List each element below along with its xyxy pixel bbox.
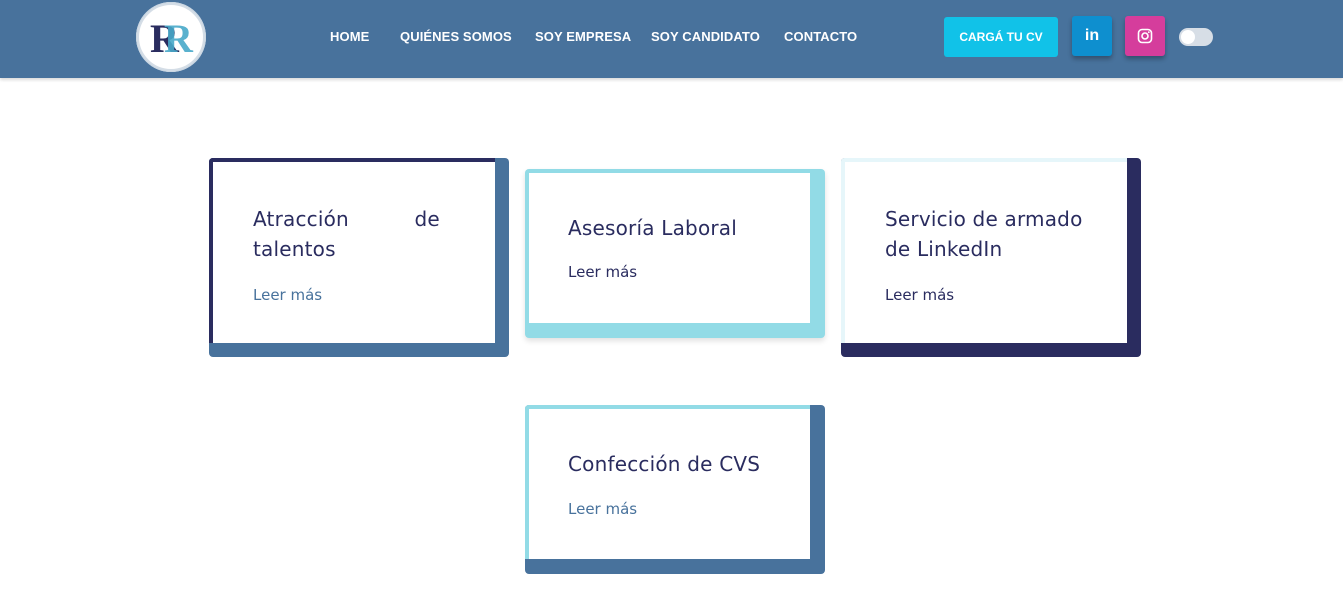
svg-text:R: R — [164, 16, 194, 61]
card-body: Servicio de armado de LinkedIn Leer más — [841, 158, 1127, 343]
read-more-link[interactable]: Leer más — [568, 500, 637, 518]
linkedin-icon: in — [1084, 27, 1100, 44]
top-navbar: R R HOME QUIÉNES SOMOS SOY EMPRESA SOY C… — [0, 0, 1343, 78]
theme-toggle[interactable] — [1179, 28, 1213, 46]
nav-soy-candidato[interactable]: SOY CANDIDATO — [651, 29, 760, 44]
card-title-line1: Servicio de armado — [885, 207, 1083, 231]
upload-cv-button[interactable]: CARGÁ TU CV — [944, 17, 1058, 57]
service-card-asesoria[interactable]: Asesoría Laboral Leer más — [525, 169, 825, 338]
card-title-line1: Atracción de — [253, 207, 440, 231]
nav-quienes-somos[interactable]: QUIÉNES SOMOS — [400, 29, 512, 44]
card-title-line2: de LinkedIn — [885, 237, 1003, 261]
card-title: Servicio de armado de LinkedIn — [885, 204, 1095, 264]
nav-contacto[interactable]: CONTACTO — [784, 29, 857, 44]
card-title-line2: talentos — [253, 237, 336, 261]
service-card-linkedin[interactable]: Servicio de armado de LinkedIn Leer más — [841, 158, 1141, 357]
card-body: Confección de CVS Leer más — [525, 405, 810, 559]
toggle-knob — [1181, 30, 1195, 44]
card-body: Atracción de talentos Leer más — [209, 158, 495, 343]
nav-home[interactable]: HOME — [330, 29, 369, 44]
read-more-link[interactable]: Leer más — [253, 286, 322, 304]
linkedin-button[interactable]: in — [1072, 16, 1112, 56]
service-card-atraccion[interactable]: Atracción de talentos Leer más — [209, 158, 509, 357]
logo[interactable]: R R — [136, 2, 206, 72]
read-more-link[interactable]: Leer más — [885, 286, 954, 304]
service-card-cvs[interactable]: Confección de CVS Leer más — [525, 405, 825, 574]
instagram-button[interactable] — [1125, 16, 1165, 56]
card-body: Asesoría Laboral Leer más — [529, 173, 810, 323]
card-title: Atracción de talentos — [253, 204, 459, 264]
nav-soy-empresa[interactable]: SOY EMPRESA — [535, 29, 631, 44]
logo-mark-icon: R R — [137, 3, 205, 71]
card-title: Asesoría Laboral — [568, 216, 738, 240]
instagram-icon — [1137, 28, 1153, 44]
read-more-link[interactable]: Leer más — [568, 263, 637, 281]
card-title: Confección de CVS — [568, 452, 761, 476]
